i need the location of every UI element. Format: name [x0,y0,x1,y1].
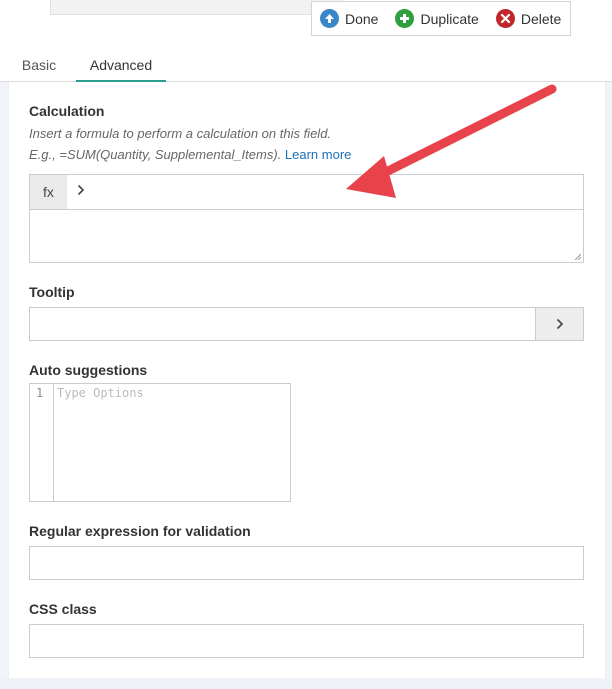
auto-suggestions-label: Auto suggestions [29,362,148,378]
css-class-label: CSS class [29,601,97,617]
done-label: Done [345,10,379,27]
calculation-example-text: E.g., =SUM(Quantity, Supplemental_Items)… [29,147,282,162]
line-number-gutter: 1 [30,384,54,501]
calculation-label: Calculation [29,103,105,119]
tab-bar: Basic Advanced [0,52,612,82]
tooltip-expand-button[interactable] [535,307,584,341]
tooltip-input[interactable] [29,307,536,341]
delete-label: Delete [520,10,562,27]
css-class-input[interactable] [29,624,584,658]
delete-button[interactable]: Delete [495,9,562,28]
done-button[interactable]: Done [320,9,378,28]
chevron-right-icon [556,318,563,330]
plus-circle-icon [395,9,415,28]
tooltip-label: Tooltip [29,284,75,300]
field-toolbar: Done Duplicate Delete [311,1,571,36]
learn-more-link[interactable]: Learn more [285,147,351,162]
editor-placeholder: Type Options [57,386,144,400]
duplicate-label: Duplicate [420,10,479,27]
formula-bar[interactable]: fx [29,174,584,210]
calculation-example: E.g., =SUM(Quantity, Supplemental_Items)… [29,147,351,162]
line-number: 1 [36,386,44,400]
fx-label: fx [30,175,67,209]
calculation-textarea[interactable] [29,209,584,263]
regex-input[interactable] [29,546,584,580]
tab-advanced[interactable]: Advanced [76,52,166,82]
regex-label: Regular expression for validation [29,523,251,539]
arrow-up-circle-icon [320,9,339,28]
auto-suggestions-editor[interactable]: 1 Type Options [29,383,291,502]
settings-panel [8,82,606,678]
duplicate-button[interactable]: Duplicate [395,9,479,28]
calculation-help: Insert a formula to perform a calculatio… [29,126,332,141]
tab-basic[interactable]: Basic [10,52,68,80]
resize-handle-icon[interactable] [573,252,581,260]
chevron-right-icon [77,183,85,201]
top-strip [50,0,342,15]
x-circle-icon [495,9,515,28]
panel-bottom-border [0,678,612,689]
